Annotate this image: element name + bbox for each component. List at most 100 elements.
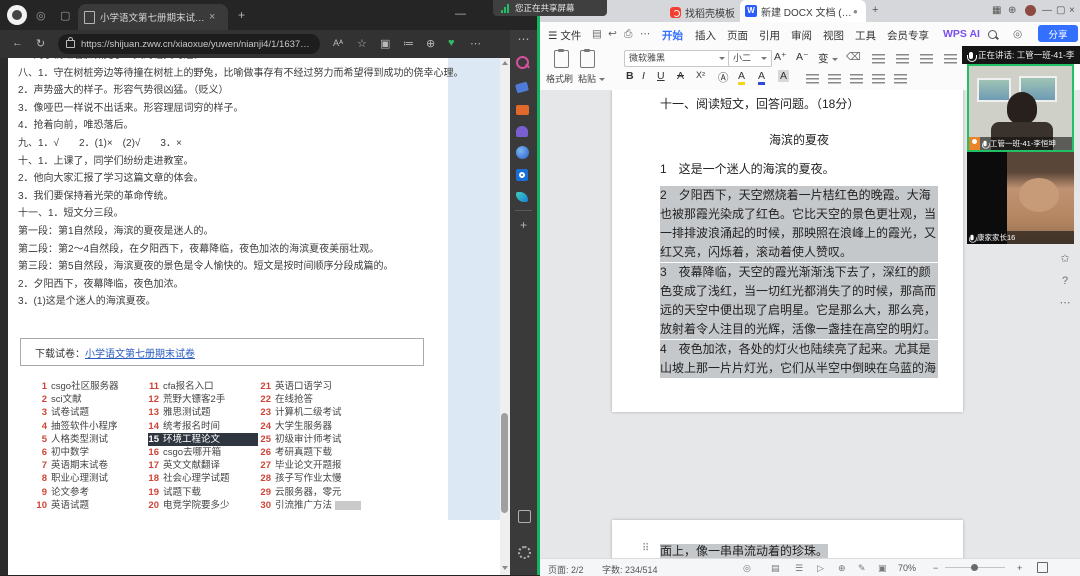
indent-increase-icon[interactable]: [944, 54, 957, 64]
tools-briefcase-icon[interactable]: [516, 102, 531, 117]
hot-link[interactable]: 13雅思测试题: [148, 406, 258, 419]
bullet-list-icon[interactable]: [872, 54, 885, 64]
tab-docer-templates[interactable]: 找稻壳模板: [670, 5, 735, 20]
workspace-box-icon[interactable]: [516, 508, 531, 523]
hot-link[interactable]: 20电竞学院要多少: [148, 499, 258, 512]
menu-view[interactable]: 视图: [823, 28, 844, 43]
sidebar-add-icon[interactable]: +: [510, 218, 537, 232]
hot-link[interactable]: 4抽签软件小程序: [36, 420, 146, 433]
share-button[interactable]: 分享: [1038, 25, 1078, 42]
menu-references[interactable]: 引用: [759, 28, 780, 43]
window-layout-icon[interactable]: ▦: [992, 5, 1001, 16]
favorites-bar-icon[interactable]: ≔: [403, 37, 414, 50]
font-color-button[interactable]: A: [758, 70, 765, 85]
sidebar-more-icon[interactable]: ⋯: [1053, 296, 1077, 309]
align-justify-icon[interactable]: [872, 74, 885, 84]
hot-link[interactable]: 7英语期末试卷: [36, 459, 146, 472]
menu-file[interactable]: ☰ 文件: [548, 28, 581, 43]
hot-link[interactable]: 1csgo社区服务器: [36, 380, 146, 393]
read-mode-icon[interactable]: ▷: [817, 563, 824, 574]
document-page-1[interactable]: 十一、阅读短文，回答问题。（18分） 海滨的夏夜 1 这是一个迷人的海滨的夏夜。…: [612, 90, 963, 412]
tab-actions-icon[interactable]: ▢: [60, 9, 70, 22]
globe-icon[interactable]: ⊕: [1008, 5, 1016, 16]
font-size-select[interactable]: 小二: [728, 50, 772, 67]
page-scrollbar[interactable]: [500, 58, 510, 575]
wps-minimize-button[interactable]: —: [1042, 5, 1052, 16]
copy-icon[interactable]: [580, 50, 595, 68]
hot-link[interactable]: 11cfa报名入口: [148, 380, 258, 393]
clear-format-icon[interactable]: ⌫: [846, 51, 861, 63]
paragraph-drag-handle[interactable]: ⠿: [642, 543, 648, 554]
meeting-avatar-icon[interactable]: [7, 5, 27, 25]
hot-link[interactable]: 9论文参考: [36, 486, 146, 499]
hot-link[interactable]: 3试卷试题: [36, 406, 146, 419]
bold-button[interactable]: B: [626, 70, 634, 82]
tab-active-document[interactable]: W 新建 DOCX 文档 (3).docx ●: [740, 0, 866, 22]
new-tab-button[interactable]: +: [238, 8, 245, 22]
hot-link[interactable]: 5人格类型测试: [36, 433, 146, 446]
account-avatar[interactable]: [1025, 5, 1036, 16]
discover-bird-icon[interactable]: [516, 190, 531, 205]
align-center-icon[interactable]: [828, 74, 841, 84]
headset-icon[interactable]: ◎: [1013, 28, 1022, 40]
hot-link[interactable]: 16csgo去哪开箱: [148, 446, 258, 459]
web-layout-icon[interactable]: ⊕: [838, 563, 846, 574]
split-screen-icon[interactable]: ▣: [380, 37, 390, 50]
hot-link[interactable]: 6初中数学: [36, 446, 146, 459]
video-tile-speaker[interactable]: 工管一班-41-李恒坤: [967, 64, 1074, 152]
superscript-button[interactable]: X²: [696, 70, 705, 80]
shading-button[interactable]: A: [778, 70, 789, 82]
favorite-star-icon[interactable]: ☆: [357, 37, 367, 50]
download-link[interactable]: 小学语文第七册期末试卷: [85, 345, 195, 360]
hot-link[interactable]: 10英语试题: [36, 499, 146, 512]
wps-close-button[interactable]: ×: [1069, 5, 1075, 16]
hot-link[interactable]: 21英语口语学习: [260, 380, 370, 393]
tab-close-icon[interactable]: ×: [209, 11, 215, 23]
hot-link-highlighted[interactable]: 15环境工程论文: [148, 433, 258, 446]
wps-maximize-button[interactable]: ▢: [1056, 5, 1065, 16]
ribbon-search-icon[interactable]: [988, 30, 997, 42]
hot-link[interactable]: 8职业心理测试: [36, 472, 146, 485]
hot-link[interactable]: 19试题下载: [148, 486, 258, 499]
print-icon[interactable]: ⎙: [624, 28, 632, 41]
paste-icon[interactable]: [554, 50, 569, 68]
read-aloud-icon[interactable]: Aᴬ: [333, 38, 343, 48]
fullscreen-icon[interactable]: [1037, 562, 1048, 573]
help-icon[interactable]: ?: [1053, 275, 1077, 287]
menu-home[interactable]: 开始: [662, 28, 683, 43]
hot-link[interactable]: 30引流推广方法: [260, 499, 370, 512]
menu-insert[interactable]: 插入: [695, 28, 716, 43]
hot-link[interactable]: 22在线抢答: [260, 393, 370, 406]
people-icon[interactable]: [516, 124, 531, 139]
hot-link[interactable]: 17英文文献翻译: [148, 459, 258, 472]
outlook-icon[interactable]: [516, 169, 531, 184]
scroll-down-icon[interactable]: [502, 566, 508, 570]
menu-page[interactable]: 页面: [727, 28, 748, 43]
hot-link[interactable]: 14统考报名时间: [148, 420, 258, 433]
document-page-2[interactable]: ⠿ 面上，像一串串流动着的珍珠。 5 我踏着软绵绵的沙滩，望着这夏夜的景色，心里…: [612, 520, 963, 558]
outline-view-icon[interactable]: ☰: [795, 563, 803, 574]
hot-link[interactable]: 24大学生服务器: [260, 420, 370, 433]
font-name-select[interactable]: 微软雅黑: [624, 50, 730, 67]
gear-icon[interactable]: [516, 544, 531, 559]
browser-essentials-icon[interactable]: ♥: [448, 37, 455, 49]
window-minimize-button[interactable]: —: [455, 8, 466, 20]
align-left-icon[interactable]: [806, 74, 819, 84]
browser-profile-icon[interactable]: ◎: [36, 9, 46, 22]
more-menu-icon[interactable]: ⋯: [470, 37, 481, 50]
hot-link[interactable]: 28孩子写作业太慢: [260, 472, 370, 485]
hot-link[interactable]: 18社会心理学试题: [148, 472, 258, 485]
number-list-icon[interactable]: [896, 54, 909, 64]
shopping-tag-icon[interactable]: [516, 80, 531, 95]
pinyin-guide-button[interactable]: Ⓐ: [718, 70, 729, 85]
video-tile-participant[interactable]: 康家家长16: [967, 152, 1074, 244]
hot-link[interactable]: 26考研真题下载: [260, 446, 370, 459]
hot-link[interactable]: 2sci文献: [36, 393, 146, 406]
more-tools-icon[interactable]: ⋯: [640, 28, 651, 40]
hot-link[interactable]: 25初级审计师考试: [260, 433, 370, 446]
menu-membership[interactable]: 会员专享: [887, 28, 929, 43]
collections-icon[interactable]: ⊕: [426, 37, 435, 50]
hot-link[interactable]: 23计算机二级考试: [260, 406, 370, 419]
zoom-level[interactable]: 70%: [898, 563, 916, 573]
drop-swirl-icon[interactable]: [516, 146, 531, 161]
